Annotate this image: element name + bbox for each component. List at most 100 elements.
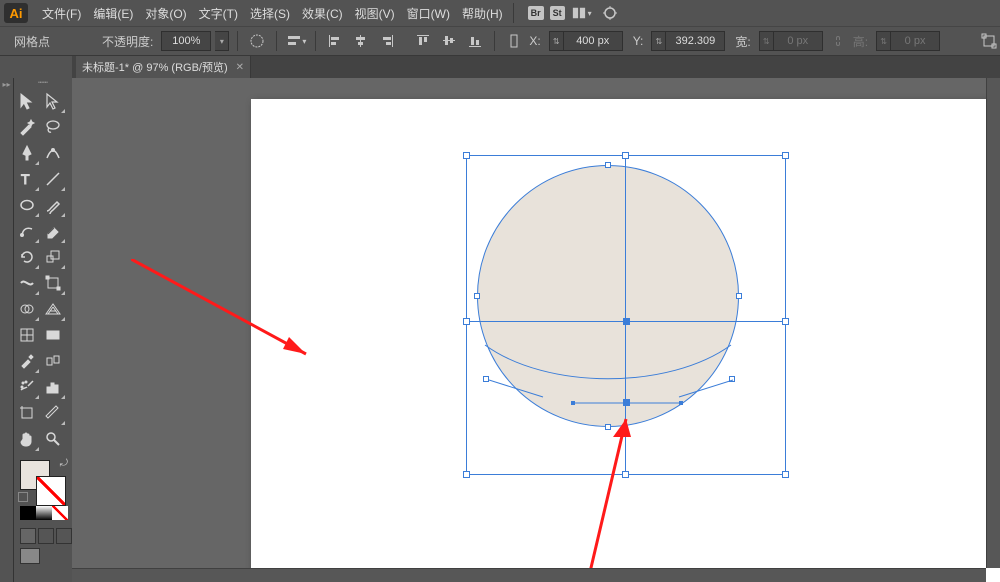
bbox-handle-br[interactable] xyxy=(782,471,789,478)
selection-bounding-box[interactable] xyxy=(466,155,786,475)
document-tab[interactable]: 未标题-1* @ 97% (RGB/预览) ✕ xyxy=(76,56,251,78)
default-fill-stroke-icon[interactable] xyxy=(18,492,28,502)
color-solid[interactable] xyxy=(20,506,36,520)
menu-type[interactable]: 文字(T) xyxy=(193,2,244,25)
column-graph-tool[interactable] xyxy=(40,374,66,400)
menu-object[interactable]: 对象(O) xyxy=(139,2,192,25)
bbox-handle-mr[interactable] xyxy=(782,318,789,325)
x-stepper[interactable]: ⇅ xyxy=(549,31,563,51)
tools-panel: ┅┅ T xyxy=(14,78,72,582)
width-tool[interactable] xyxy=(14,270,40,296)
direct-selection-tool[interactable] xyxy=(40,88,66,114)
swap-fill-stroke-icon[interactable]: ⤾ xyxy=(60,458,68,469)
blend-tool[interactable] xyxy=(40,348,66,374)
symbol-sprayer-tool[interactable] xyxy=(14,374,40,400)
opacity-input[interactable] xyxy=(161,31,211,51)
curvature-tool[interactable] xyxy=(40,140,66,166)
bbox-handle-tc[interactable] xyxy=(622,152,629,159)
paintbrush-tool[interactable] xyxy=(40,192,66,218)
mesh-anchor-center[interactable] xyxy=(623,318,630,325)
svg-text:T: T xyxy=(21,171,30,187)
fill-stroke-control[interactable]: ⤾ xyxy=(14,456,72,504)
draw-inside-icon[interactable] xyxy=(56,528,72,544)
panel-collapse-gutter[interactable]: ▸▸ xyxy=(0,78,14,582)
menu-help[interactable]: 帮助(H) xyxy=(456,2,509,25)
bbox-handle-ml[interactable] xyxy=(463,318,470,325)
free-transform-tool[interactable] xyxy=(40,270,66,296)
tab-close-icon[interactable]: ✕ xyxy=(236,62,244,73)
menu-select[interactable]: 选择(S) xyxy=(244,2,296,25)
draw-behind-icon[interactable] xyxy=(38,528,54,544)
type-tool[interactable]: T xyxy=(14,166,40,192)
perspective-grid-tool[interactable] xyxy=(40,296,66,322)
color-gradient[interactable] xyxy=(36,506,52,520)
transform-link-icon[interactable] xyxy=(503,30,525,52)
bbox-handle-bc[interactable] xyxy=(622,471,629,478)
link-wh-icon xyxy=(827,30,849,52)
slice-tool[interactable] xyxy=(40,400,66,426)
shaper-tool[interactable] xyxy=(14,218,40,244)
isolate-icon[interactable] xyxy=(978,30,1000,52)
rotate-tool[interactable] xyxy=(14,244,40,270)
eraser-tool[interactable] xyxy=(40,218,66,244)
stroke-swatch[interactable] xyxy=(36,476,66,506)
transform-mode-label: 网格点 xyxy=(14,33,50,50)
align-vcenter-icon[interactable] xyxy=(438,30,460,52)
gradient-tool[interactable] xyxy=(40,322,66,348)
opacity-dropdown[interactable]: ▾ xyxy=(215,31,229,51)
recolor-icon[interactable] xyxy=(246,30,268,52)
align-hcenter-icon[interactable] xyxy=(350,30,372,52)
lasso-tool[interactable] xyxy=(40,114,66,140)
shape-builder-tool[interactable] xyxy=(14,296,40,322)
ellipse-tool[interactable] xyxy=(14,192,40,218)
anchor-bottom[interactable] xyxy=(605,424,611,430)
y-input[interactable] xyxy=(665,31,725,51)
anchor-left[interactable] xyxy=(474,293,480,299)
align-right-icon[interactable] xyxy=(376,30,398,52)
eyedropper-tool[interactable] xyxy=(14,348,40,374)
artboard[interactable] xyxy=(251,99,1000,582)
artboard-tool[interactable] xyxy=(14,400,40,426)
anchor-right[interactable] xyxy=(736,293,742,299)
mesh-tool[interactable] xyxy=(14,322,40,348)
vertical-scrollbar[interactable] xyxy=(986,78,1000,568)
menu-effect[interactable]: 效果(C) xyxy=(296,2,349,25)
selection-tool[interactable] xyxy=(14,88,40,114)
scale-tool[interactable] xyxy=(40,244,66,270)
y-stepper[interactable]: ⇅ xyxy=(651,31,665,51)
arrange-docs-icon[interactable]: ▾ xyxy=(571,2,593,24)
screen-mode-icon[interactable] xyxy=(20,548,40,564)
h-input xyxy=(890,31,940,51)
screen-modes xyxy=(14,528,72,544)
canvas[interactable] xyxy=(72,78,1000,582)
hand-tool[interactable] xyxy=(14,426,40,452)
menu-window[interactable]: 窗口(W) xyxy=(401,2,456,25)
magic-wand-tool[interactable] xyxy=(14,114,40,140)
tab-title: 未标题-1* @ 97% (RGB/预览) xyxy=(82,59,228,75)
color-none[interactable] xyxy=(52,506,68,520)
align-left-icon[interactable] xyxy=(324,30,346,52)
document-tabs: 未标题-1* @ 97% (RGB/预览) ✕ xyxy=(72,56,251,78)
zoom-tool[interactable] xyxy=(40,426,66,452)
bbox-handle-tr[interactable] xyxy=(782,152,789,159)
draw-normal-icon[interactable] xyxy=(20,528,36,544)
line-segment-tool[interactable] xyxy=(40,166,66,192)
bbox-handle-tl[interactable] xyxy=(463,152,470,159)
bridge-badge[interactable]: Br xyxy=(528,6,544,20)
menu-file[interactable]: 文件(F) xyxy=(36,2,87,25)
annotation-arrow-1 xyxy=(131,259,331,379)
color-mode-row xyxy=(14,506,72,522)
align-bottom-icon[interactable] xyxy=(464,30,486,52)
stock-badge[interactable]: St xyxy=(550,6,565,20)
x-input[interactable] xyxy=(563,31,623,51)
bbox-handle-bl[interactable] xyxy=(463,471,470,478)
menu-view[interactable]: 视图(V) xyxy=(349,2,401,25)
pen-tool[interactable] xyxy=(14,140,40,166)
gpu-icon[interactable] xyxy=(599,2,621,24)
horizontal-scrollbar[interactable] xyxy=(72,568,986,582)
align-top-icon[interactable] xyxy=(412,30,434,52)
opacity-label: 不透明度: xyxy=(102,33,153,50)
menu-edit[interactable]: 编辑(E) xyxy=(87,2,139,25)
anchor-top[interactable] xyxy=(605,162,611,168)
align-panel-icon[interactable]: ▾ xyxy=(285,30,307,52)
